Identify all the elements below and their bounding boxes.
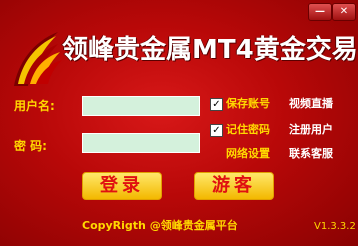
copyright-text: CopyRigth @领峰贵金属平台 [82, 219, 238, 232]
video-live-link[interactable]: 视频直播 [289, 97, 333, 111]
close-button[interactable]: ✕ [332, 3, 356, 21]
network-settings-link[interactable]: 网络设置 [226, 147, 270, 161]
logo-icon [14, 32, 62, 86]
save-account-label: 保存账号 [226, 97, 270, 110]
title-bar: — ✕ [0, 0, 358, 22]
remember-password-label: 记住密码 [226, 123, 270, 136]
brand-title: 领峰贵金属MT4黄金交易平台 [62, 35, 358, 65]
login-window: — ✕ 领峰贵金属MT4黄金交易平台 用户名: 密 码: ✓ 保存账号 ✓ 记住… [0, 0, 358, 246]
version-text: V1.3.3.2 [314, 221, 356, 232]
register-link[interactable]: 注册用户 [289, 123, 333, 137]
guest-button[interactable]: 游客 [194, 172, 274, 200]
login-button[interactable]: 登录 [82, 172, 162, 200]
password-input[interactable] [82, 133, 200, 153]
password-label: 密 码: [14, 139, 47, 153]
save-account-checkbox[interactable]: ✓ [210, 98, 223, 111]
username-input[interactable] [82, 96, 200, 116]
minimize-button[interactable]: — [308, 3, 332, 21]
username-label: 用户名: [14, 99, 55, 113]
contact-support-link[interactable]: 联系客服 [289, 147, 333, 161]
remember-password-checkbox[interactable]: ✓ [210, 124, 223, 137]
